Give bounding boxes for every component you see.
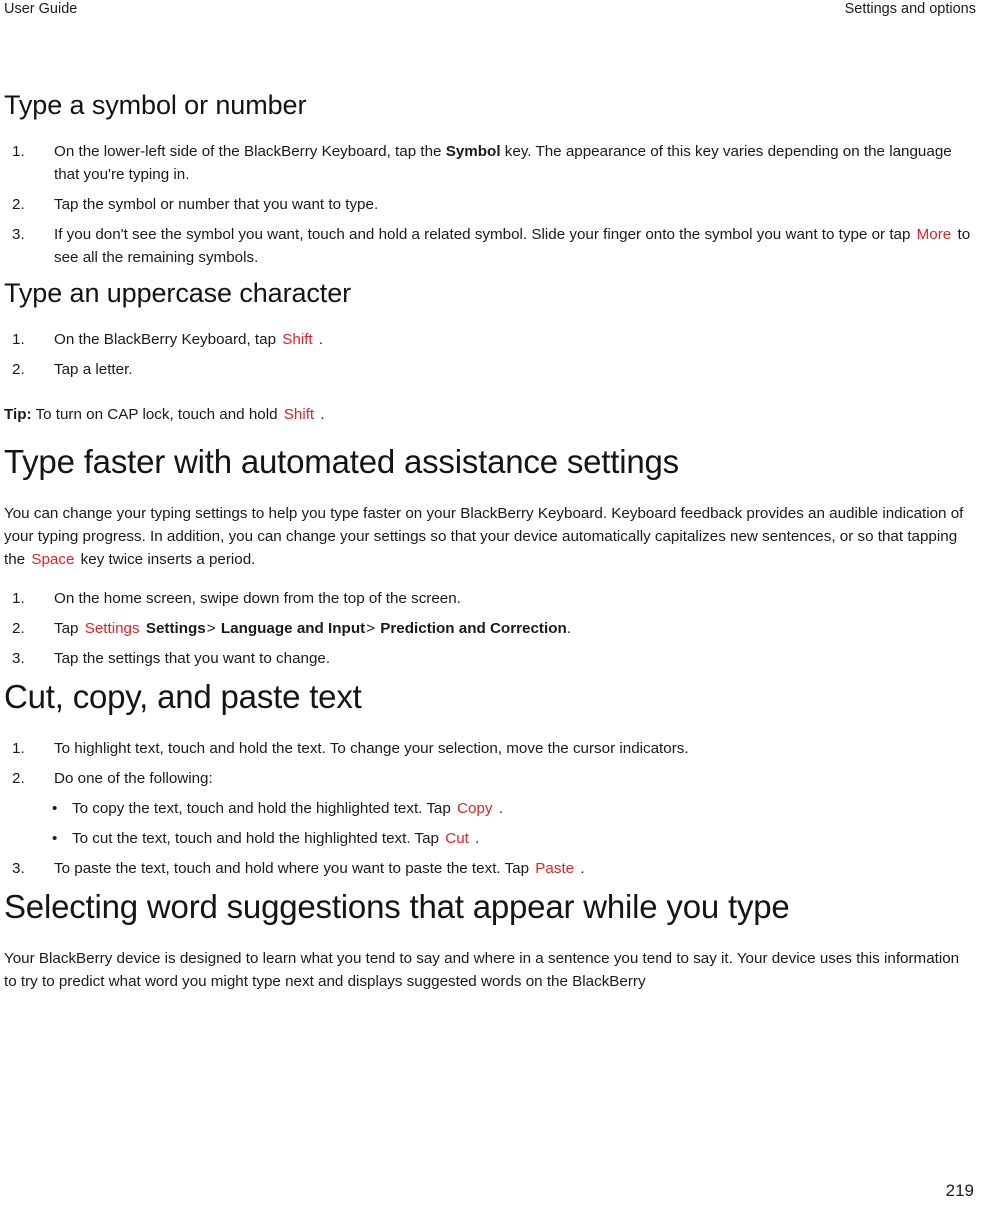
emphasis-text: Tip: bbox=[4, 406, 32, 423]
body-text-run: On the lower-left side of the BlackBerry… bbox=[54, 143, 446, 160]
body-text-run: . bbox=[475, 830, 480, 847]
body-text-run: To highlight text, touch and hold the te… bbox=[54, 740, 689, 757]
procedure-step: On the BlackBerry Keyboard, tap Shift . bbox=[4, 328, 972, 351]
section-heading-selecting-word-suggestions-that-appear-while-you-type: Selecting word suggestions that appear w… bbox=[4, 888, 790, 925]
body-text-run: To copy the text, touch and hold the hig… bbox=[72, 800, 456, 817]
procedure-steps-list: On the BlackBerry Keyboard, tap Shift . T… bbox=[4, 328, 972, 381]
emphasis-text: Language and Input bbox=[220, 620, 366, 637]
procedure-step: To paste the text, touch and hold where … bbox=[4, 857, 972, 880]
section-intro-paragraph: Your BlackBerry device is designed to le… bbox=[4, 947, 972, 993]
section-intro-paragraph: You can change your typing settings to h… bbox=[4, 502, 972, 571]
procedure-step: Tap the settings that you want to change… bbox=[4, 647, 972, 670]
body-text-run: Tap the settings that you want to change… bbox=[54, 650, 331, 667]
body-text-run: To cut the text, touch and hold the high… bbox=[72, 830, 444, 847]
procedure-step: To highlight text, touch and hold the te… bbox=[4, 737, 972, 760]
section-heading-type-a-symbol-or-number: Type a symbol or number bbox=[4, 90, 307, 120]
menu-path-separator: > bbox=[206, 620, 216, 637]
procedure-steps-list: On the home screen, swipe down from the … bbox=[4, 587, 972, 670]
body-text-run: If you don't see the symbol you want, to… bbox=[54, 226, 915, 243]
tip-paragraph: Tip: To turn on CAP lock, touch and hold… bbox=[4, 403, 972, 426]
body-text-run: Your BlackBerry device is designed to le… bbox=[4, 950, 960, 990]
sub-options-list: To copy the text, touch and hold the hig… bbox=[4, 797, 972, 850]
procedure-step: If you don't see the symbol you want, to… bbox=[4, 223, 972, 269]
procedure-steps-list: On the lower-left side of the BlackBerry… bbox=[4, 140, 972, 269]
body-text-run: key twice inserts a period. bbox=[80, 551, 256, 568]
ui-key-shift[interactable]: Shift bbox=[280, 331, 314, 348]
ui-key-copy[interactable]: Copy bbox=[455, 800, 494, 817]
ui-key-more[interactable]: More bbox=[915, 226, 954, 243]
section-heading-cut-copy-and-paste-text: Cut, copy, and paste text bbox=[4, 678, 362, 715]
procedure-step: Tap the symbol or number that you want t… bbox=[4, 193, 972, 216]
ui-key-space[interactable]: Space bbox=[29, 551, 76, 568]
emphasis-text: Settings bbox=[145, 620, 206, 637]
body-text-run: Tap the symbol or number that you want t… bbox=[54, 196, 379, 213]
procedure-step: Do one of the following: bbox=[4, 767, 972, 790]
body-text-run: On the BlackBerry Keyboard, tap bbox=[54, 331, 281, 348]
sub-option-item: To cut the text, touch and hold the high… bbox=[4, 827, 972, 850]
emphasis-text: Symbol bbox=[445, 143, 501, 160]
ui-key-cut[interactable]: Cut bbox=[443, 830, 471, 847]
body-text-run: . bbox=[320, 406, 325, 423]
document-content: Type a symbol or number On the lower-left… bbox=[4, 88, 972, 1009]
page-number: 219 bbox=[945, 1181, 974, 1200]
emphasis-text: Prediction and Correction bbox=[380, 620, 567, 637]
body-text-run: To paste the text, touch and hold where … bbox=[54, 860, 534, 877]
body-text-run: . bbox=[318, 331, 324, 348]
body-text-run: Tap bbox=[54, 620, 83, 637]
running-header-right: Settings and options bbox=[844, 1, 976, 17]
body-text-run: . bbox=[580, 860, 585, 877]
procedure-steps-list: To highlight text, touch and hold the te… bbox=[4, 737, 972, 880]
body-text-run: Do one of the following: bbox=[54, 770, 213, 787]
running-header-left: User Guide bbox=[4, 1, 78, 17]
section-heading-type-an-uppercase-character: Type an uppercase character bbox=[4, 278, 352, 308]
body-text-run: . bbox=[498, 800, 503, 817]
sub-option-item: To copy the text, touch and hold the hig… bbox=[4, 797, 972, 820]
procedure-step: Tap a letter. bbox=[4, 358, 972, 381]
document-page: User Guide Settings and options Type a s… bbox=[0, 0, 982, 1213]
section-heading-type-faster-with-automated-assistance-settings: Type faster with automated assistance se… bbox=[4, 443, 679, 480]
procedure-step: Tap Settings Settings> Language and Inpu… bbox=[4, 617, 972, 640]
ui-key-paste[interactable]: Paste bbox=[533, 860, 576, 877]
ui-key-shift[interactable]: Shift bbox=[282, 406, 316, 423]
ui-key-settings[interactable]: Settings bbox=[83, 620, 142, 637]
body-text-run: To turn on CAP lock, touch and hold bbox=[31, 406, 282, 423]
body-text-run: . bbox=[566, 620, 571, 637]
menu-path-separator: > bbox=[366, 620, 376, 637]
procedure-step: On the home screen, swipe down from the … bbox=[4, 587, 972, 610]
procedure-step: On the lower-left side of the BlackBerry… bbox=[4, 140, 972, 186]
body-text-run: Tap a letter. bbox=[54, 361, 133, 378]
running-header: User Guide Settings and options bbox=[0, 0, 982, 28]
body-text-run: On the home screen, swipe down from the … bbox=[54, 590, 461, 607]
